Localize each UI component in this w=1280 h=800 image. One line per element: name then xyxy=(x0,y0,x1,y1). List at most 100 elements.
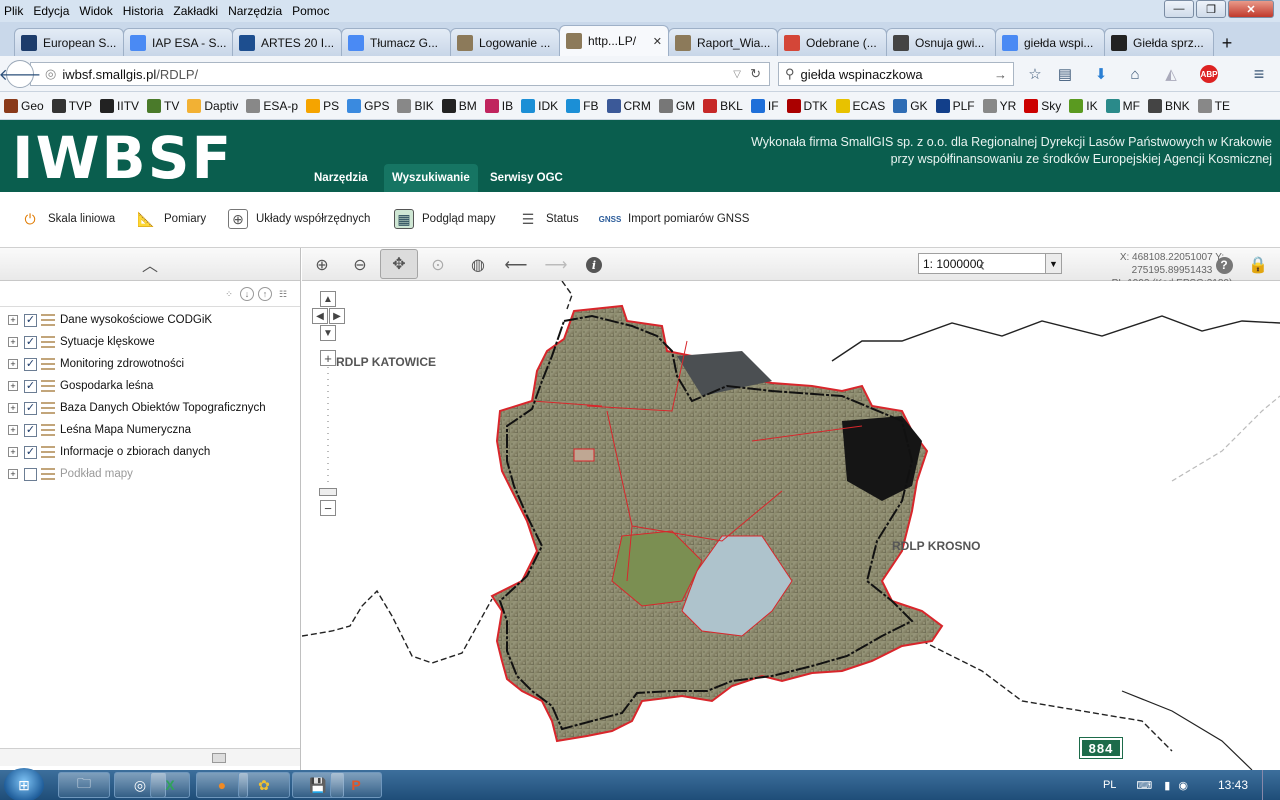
expand-icon[interactable]: + xyxy=(8,337,18,347)
new-tab-button[interactable]: + xyxy=(1213,30,1241,56)
help-icon[interactable]: ? xyxy=(1212,253,1236,277)
pan-icon[interactable]: ✥ xyxy=(380,249,418,279)
bookmark-ecas[interactable]: ECAS xyxy=(835,98,885,113)
tab-wyszukiwanie[interactable]: Wyszukiwanie xyxy=(384,164,478,192)
zoom-slider-track[interactable] xyxy=(327,367,329,487)
globe-extent-icon[interactable]: ◍ xyxy=(466,253,490,277)
bookmark-bik[interactable]: BIK xyxy=(397,98,434,113)
chevron-left-icon[interactable]: ‹ xyxy=(970,253,994,277)
language-indicator[interactable]: PL xyxy=(1103,779,1116,791)
bookmark-dtk[interactable]: DTK xyxy=(786,98,828,113)
url-bar[interactable]: ◎ iwbsf.smallgis.pl/RDLP/ ▽ ↻ xyxy=(30,62,770,86)
layer-checkbox[interactable] xyxy=(24,467,37,481)
minimize-button[interactable]: — xyxy=(1164,0,1194,18)
uklady-wspolrzednych-button[interactable]: ⊕ Układy współrzędnych xyxy=(228,206,370,232)
move-down-icon[interactable]: ↓ xyxy=(240,287,254,301)
zoom-slider-thumb[interactable] xyxy=(319,488,337,496)
volume-icon[interactable]: ◉ xyxy=(1178,779,1188,792)
layer-item[interactable]: + ✓ Leśna Mapa Numeryczna xyxy=(8,419,191,441)
bookmark-iitv[interactable]: IITV xyxy=(100,98,139,113)
tab-serwisy-ogc[interactable]: Serwisy OGC xyxy=(482,164,571,192)
layer-item[interactable]: + ✓ Informacje o zbiorach danych xyxy=(8,441,210,463)
layer-checkbox[interactable]: ✓ xyxy=(24,335,37,349)
expand-icon[interactable]: + xyxy=(8,425,18,435)
layer-checkbox[interactable]: ✓ xyxy=(24,379,37,393)
pan-left-button[interactable]: ◀ xyxy=(312,308,328,324)
menu-narzedzia[interactable]: Narzędzia xyxy=(228,4,282,18)
show-desktop-button[interactable] xyxy=(1262,770,1272,800)
layer-checkbox[interactable]: ✓ xyxy=(24,423,37,437)
expand-icon[interactable]: + xyxy=(8,469,18,479)
bookmark-yr[interactable]: YR xyxy=(982,98,1016,113)
expand-icon[interactable]: + xyxy=(8,403,18,413)
tab-9[interactable]: giełda wspi... xyxy=(995,28,1105,56)
bookmark-gk[interactable]: GK xyxy=(893,98,928,113)
expand-icon[interactable]: + xyxy=(8,381,18,391)
legend-icon[interactable]: ☷ xyxy=(276,287,290,301)
layer-item[interactable]: + Podkład mapy xyxy=(8,463,133,485)
expand-icon[interactable]: + xyxy=(8,315,18,325)
tab-narzedzia[interactable]: Narzędzia xyxy=(306,164,376,192)
status-button[interactable]: ☰ Status xyxy=(518,206,579,232)
bookmark-bkl[interactable]: BKL xyxy=(703,98,743,113)
menu-widok[interactable]: Widok xyxy=(79,4,112,18)
layer-item[interactable]: + ✓ Baza Danych Obiektów Topograficznych xyxy=(8,397,266,419)
network-icon[interactable]: ▮ xyxy=(1164,779,1170,792)
download-icon[interactable]: ⬇ xyxy=(1090,64,1112,84)
menu-pomoc[interactable]: Pomoc xyxy=(292,4,329,18)
skala-liniowa-button[interactable]: ⏻ Skala liniowa xyxy=(20,206,115,232)
bookmark-gm[interactable]: GM xyxy=(658,98,695,113)
move-up-icon[interactable]: ↑ xyxy=(258,287,272,301)
share-icon[interactable]: ◭ xyxy=(1160,64,1182,84)
bookmark-gps[interactable]: GPS xyxy=(347,98,389,113)
bookmark-if[interactable]: IF xyxy=(750,98,779,113)
tab-7[interactable]: Odebrane (... xyxy=(777,28,887,56)
bookmark-idk[interactable]: IDK xyxy=(521,98,558,113)
tab-10[interactable]: Giełda sprz... xyxy=(1104,28,1214,56)
podglad-mapy-button[interactable]: ▦ Podgląd mapy xyxy=(394,206,496,232)
menu-zakladki[interactable]: Zakładki xyxy=(173,4,218,18)
menu-plik[interactable]: Plik xyxy=(4,4,23,18)
bookmark-crm[interactable]: CRM xyxy=(606,98,651,113)
zoom-in-icon[interactable]: ⊕ xyxy=(310,253,334,277)
tab-6[interactable]: Raport_Wia... xyxy=(668,28,778,56)
star-bookmark-icon[interactable]: ☆ xyxy=(1024,64,1046,84)
bookmark-bnk[interactable]: BNK xyxy=(1147,98,1190,113)
bookmark-sky[interactable]: Sky xyxy=(1024,98,1061,113)
reading-list-icon[interactable]: ▤ xyxy=(1054,64,1076,84)
expand-icon[interactable]: + xyxy=(8,447,18,457)
search-bar[interactable]: ⚲ giełda wspinaczkowa → xyxy=(778,62,1014,86)
bookmark-tv[interactable]: TV xyxy=(147,98,179,113)
layer-item[interactable]: + ✓ Dane wysokościowe CODGiK xyxy=(8,309,212,331)
map-view[interactable]: ▲ ◀ ▶ ▼ + − RDLP KATOWICE RDLP KROSNO xyxy=(302,281,1280,770)
pan-up-button[interactable]: ▲ xyxy=(320,291,336,307)
windows-start-icon[interactable]: ⊞ xyxy=(4,768,44,800)
bookmark-te[interactable]: TE xyxy=(1197,98,1230,113)
home-icon[interactable]: ⌂ xyxy=(1124,64,1146,84)
search-input[interactable]: giełda wspinaczkowa xyxy=(801,67,923,82)
layer-item[interactable]: + ✓ Sytuacje klęskowe xyxy=(8,331,155,353)
expand-icon[interactable]: + xyxy=(8,359,18,369)
dropdown-arrow-icon[interactable]: ▽ xyxy=(733,69,741,80)
layer-checkbox[interactable]: ✓ xyxy=(24,445,37,459)
scrollbar-thumb[interactable] xyxy=(212,753,226,763)
pan-right-button[interactable]: ▶ xyxy=(329,308,345,324)
reload-icon[interactable]: ↻ xyxy=(750,66,761,82)
keyboard-icon[interactable]: ⌨ xyxy=(1136,779,1152,792)
next-view-icon[interactable]: ⟶ xyxy=(544,253,568,277)
layer-item[interactable]: + ✓ Monitoring zdrowotności xyxy=(8,353,184,375)
menu-edycja[interactable]: Edycja xyxy=(33,4,69,18)
bookmark-bm[interactable]: BM xyxy=(441,98,477,113)
bookmark-esa-p[interactable]: ESA-p xyxy=(246,98,298,113)
import-gnss-button[interactable]: GNSS Import pomiarów GNSS xyxy=(599,206,750,232)
bookmark-daptiv[interactable]: Daptiv xyxy=(187,98,238,113)
collapse-panel-button[interactable]: ︿ xyxy=(0,248,300,281)
close-window-button[interactable]: ✕ xyxy=(1228,0,1274,18)
bookmark-tvp[interactable]: TVP xyxy=(51,98,92,113)
adblock-icon[interactable]: ABP xyxy=(1198,64,1220,84)
layer-checkbox[interactable]: ✓ xyxy=(24,401,37,415)
lock-icon[interactable]: 🔒 xyxy=(1246,253,1270,277)
tab-5[interactable]: http...LP/ ✕ xyxy=(559,25,669,56)
layer-item[interactable]: + ✓ Gospodarka leśna xyxy=(8,375,153,397)
info-icon[interactable]: i xyxy=(582,253,606,277)
